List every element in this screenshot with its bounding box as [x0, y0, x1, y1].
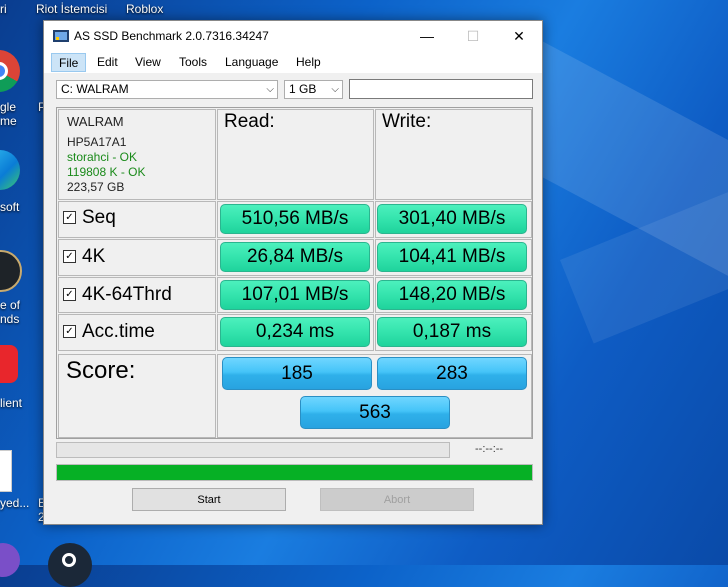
- menu-file[interactable]: File: [51, 53, 87, 72]
- desktop-icon-label-chrome[interactable]: gle: [0, 100, 16, 114]
- riot-client-icon[interactable]: [0, 345, 18, 383]
- desktop-icon-label[interactable]: ri: [0, 2, 7, 16]
- desktop-icon-label-riot-client[interactable]: lient: [0, 396, 22, 410]
- score-write: 283: [377, 357, 527, 390]
- as-ssd-window: AS SSD Benchmark 2.0.7316.34247 — ☐ ✕ Fi…: [43, 20, 543, 525]
- minimize-icon: —: [420, 28, 434, 44]
- menu-edit[interactable]: Edit: [90, 53, 125, 72]
- app-icon[interactable]: [0, 543, 20, 577]
- 4k-read-value: 26,84 MB/s: [220, 242, 370, 272]
- app-logo-icon: [53, 30, 69, 42]
- 4k64-checkbox[interactable]: ✓: [63, 288, 76, 301]
- 4k-checkbox[interactable]: ✓: [63, 250, 76, 263]
- seq-read-value: 510,56 MB/s: [220, 204, 370, 234]
- file-icon[interactable]: [0, 450, 12, 492]
- close-button[interactable]: ✕: [496, 21, 542, 51]
- chevron-down-icon: ⌵: [331, 84, 339, 95]
- drive-select-value: C: WALRAM: [61, 82, 129, 96]
- row-label-4k: 4K: [82, 246, 106, 267]
- desktop-icon-label-edge[interactable]: soft: [0, 200, 19, 214]
- seq-checkbox[interactable]: ✓: [63, 211, 76, 224]
- row-label-4k64: 4K-64Thrd: [82, 284, 172, 305]
- menu-language[interactable]: Language: [218, 53, 285, 72]
- abort-button[interactable]: Abort: [320, 488, 474, 511]
- desktop-icon-label-roblox[interactable]: Roblox: [126, 2, 163, 16]
- driver-status: storahci - OK: [67, 150, 138, 164]
- close-icon: ✕: [513, 27, 525, 44]
- drive-model: HP5A17A1: [67, 135, 127, 149]
- text-input[interactable]: [349, 79, 533, 99]
- drive-select[interactable]: C: WALRAM ⌵: [56, 80, 278, 99]
- size-select-value: 1 GB: [289, 82, 317, 96]
- score-read: 185: [222, 357, 372, 390]
- drive-name: WALRAM: [67, 114, 124, 129]
- acctime-write-value: 0,187 ms: [377, 317, 527, 347]
- menu-view[interactable]: View: [128, 53, 168, 72]
- row-label-acctime: Acc.time: [82, 321, 155, 342]
- read-header: Read:: [224, 111, 275, 132]
- size-select[interactable]: 1 GB ⌵: [284, 80, 343, 99]
- start-button[interactable]: Start: [132, 488, 286, 511]
- desktop-icon-label-file[interactable]: yed...: [0, 496, 29, 510]
- minimize-button[interactable]: —: [404, 21, 450, 51]
- drive-capacity: 223,57 GB: [67, 180, 125, 194]
- menu-bar: File Edit View Tools Language Help: [44, 51, 542, 73]
- seq-write-value: 301,40 MB/s: [377, 204, 527, 234]
- test-progress-bar: [56, 442, 450, 458]
- desktop-icon-label-lol[interactable]: e of: [0, 298, 20, 312]
- 4k64-read-value: 107,01 MB/s: [220, 280, 370, 310]
- total-progress-fill: [57, 465, 532, 480]
- desktop-icon-label-chrome-2[interactable]: me: [0, 114, 17, 128]
- maximize-button[interactable]: ☐: [450, 21, 496, 51]
- menu-help[interactable]: Help: [289, 53, 328, 72]
- row-label-seq: Seq: [82, 207, 116, 228]
- edge-icon[interactable]: [0, 150, 20, 190]
- elapsed-time: --:--:--: [475, 443, 504, 455]
- acctime-checkbox[interactable]: ✓: [63, 325, 76, 338]
- score-label: Score:: [66, 357, 136, 384]
- desktop-icon-label-lol-2[interactable]: nds: [0, 312, 19, 326]
- alignment-status: 119808 K - OK: [67, 165, 146, 179]
- 4k64-write-value: 148,20 MB/s: [377, 280, 527, 310]
- maximize-icon: ☐: [466, 27, 480, 44]
- benchmark-grid: WALRAM HP5A17A1 storahci - OK 119808 K -…: [56, 107, 533, 439]
- menu-tools[interactable]: Tools: [172, 53, 214, 72]
- acctime-read-value: 0,234 ms: [220, 317, 370, 347]
- total-progress-bar: [56, 464, 533, 481]
- desktop-icon-label-riot[interactable]: Riot İstemcisi: [36, 2, 107, 16]
- window-title: AS SSD Benchmark 2.0.7316.34247: [74, 29, 269, 43]
- title-bar[interactable]: AS SSD Benchmark 2.0.7316.34247 — ☐ ✕: [44, 21, 542, 51]
- league-of-legends-icon[interactable]: [0, 250, 22, 292]
- write-header: Write:: [382, 111, 432, 132]
- chrome-icon[interactable]: [0, 50, 20, 92]
- 4k-write-value: 104,41 MB/s: [377, 242, 527, 272]
- score-total: 563: [300, 396, 450, 429]
- chevron-down-icon: ⌵: [266, 84, 274, 95]
- steam-icon[interactable]: [48, 543, 92, 587]
